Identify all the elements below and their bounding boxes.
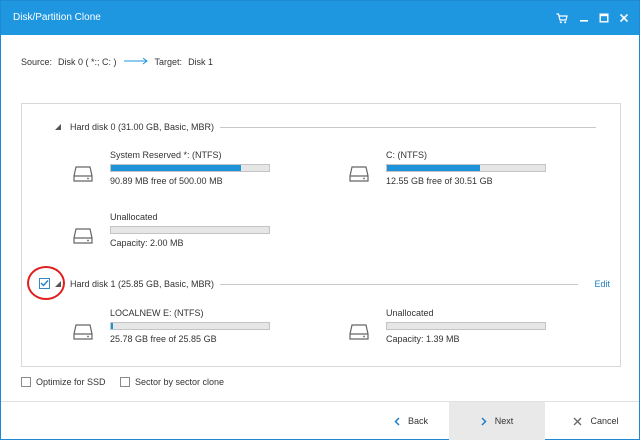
disk-divider — [220, 126, 596, 128]
window-title: Disk/Partition Clone — [13, 12, 101, 23]
maximize-icon[interactable] — [595, 9, 613, 27]
optimize-ssd-option[interactable]: Optimize for SSD — [21, 376, 106, 388]
sector-clone-checkbox[interactable] — [120, 377, 130, 387]
sector-clone-option[interactable]: Sector by sector clone — [120, 376, 224, 388]
optimize-ssd-label: Optimize for SSD — [36, 377, 106, 387]
source-value: Disk 0 ( *:; C: ) — [58, 57, 117, 67]
partition-name: LOCALNEW E: (NTFS) — [110, 308, 204, 318]
source-target-row: Source: Disk 0 ( *:; C: ) Target: Disk 1 — [21, 55, 213, 69]
usage-bar — [110, 164, 270, 172]
hard-drive-icon — [348, 322, 370, 342]
target-label: Target: — [154, 57, 183, 67]
hard-drive-icon — [72, 322, 94, 342]
disk-divider — [220, 283, 579, 285]
clone-window: Disk/Partition Clone Source: Disk 0 ( *:… — [0, 0, 640, 440]
hard-drive-icon — [348, 164, 370, 184]
partition-name: System Reserved *: (NTFS) — [110, 150, 222, 160]
usage-bar — [110, 322, 270, 330]
back-label: Back — [407, 416, 428, 426]
x-icon — [573, 417, 582, 426]
cart-icon[interactable] — [553, 9, 571, 27]
partition-info: 12.55 GB free of 30.51 GB — [386, 176, 493, 186]
minimize-icon[interactable] — [575, 9, 593, 27]
usage-bar — [386, 322, 546, 330]
title-bar: Disk/Partition Clone — [1, 1, 639, 35]
hard-drive-icon — [72, 226, 94, 246]
partition-c[interactable]: C: (NTFS) 12.55 GB free of 30.51 GB — [348, 150, 546, 200]
chevron-left-icon — [394, 416, 400, 426]
next-button[interactable]: Next — [449, 402, 545, 440]
highlight-circle — [27, 266, 65, 300]
cancel-button[interactable]: Cancel — [553, 402, 639, 440]
usage-bar — [110, 226, 270, 234]
arrow-right-icon — [123, 57, 149, 67]
partition-unallocated-0[interactable]: Unallocated Capacity: 2.00 MB — [72, 212, 270, 262]
disk-list-panel: Hard disk 0 (31.00 GB, Basic, MBR) Syste… — [21, 103, 621, 367]
disk-label: Hard disk 1 (25.85 GB, Basic, MBR) — [70, 279, 215, 289]
close-icon[interactable] — [615, 9, 633, 27]
partition-name: Unallocated — [110, 212, 158, 222]
partition-unallocated-1[interactable]: Unallocated Capacity: 1.39 MB — [348, 308, 546, 358]
collapse-triangle-icon[interactable] — [54, 123, 62, 131]
back-button[interactable]: Back — [371, 402, 451, 440]
source-label: Source: — [21, 57, 53, 67]
partition-localnew-e[interactable]: LOCALNEW E: (NTFS) 25.78 GB free of 25.8… — [72, 308, 270, 358]
disk-header-1[interactable]: Hard disk 1 (25.85 GB, Basic, MBR) Edit — [22, 277, 622, 291]
chevron-right-icon — [481, 416, 487, 426]
partition-name: C: (NTFS) — [386, 150, 427, 160]
partition-info: Capacity: 2.00 MB — [110, 238, 184, 248]
sector-clone-label: Sector by sector clone — [135, 377, 225, 387]
disk-label: Hard disk 0 (31.00 GB, Basic, MBR) — [70, 122, 215, 132]
partition-info: 25.78 GB free of 25.85 GB — [110, 334, 217, 344]
partition-info: Capacity: 1.39 MB — [386, 334, 460, 344]
partition-system-reserved[interactable]: System Reserved *: (NTFS) 90.89 MB free … — [72, 150, 270, 200]
target-value: Disk 1 — [188, 57, 214, 67]
optimize-ssd-checkbox[interactable] — [21, 377, 31, 387]
hard-drive-icon — [72, 164, 94, 184]
cancel-label: Cancel — [590, 416, 619, 426]
partition-name: Unallocated — [386, 308, 434, 318]
usage-bar — [386, 164, 546, 172]
disk-header-0[interactable]: Hard disk 0 (31.00 GB, Basic, MBR) — [22, 120, 622, 134]
edit-link[interactable]: Edit — [594, 279, 610, 289]
partition-info: 90.89 MB free of 500.00 MB — [110, 176, 223, 186]
next-label: Next — [494, 416, 514, 426]
